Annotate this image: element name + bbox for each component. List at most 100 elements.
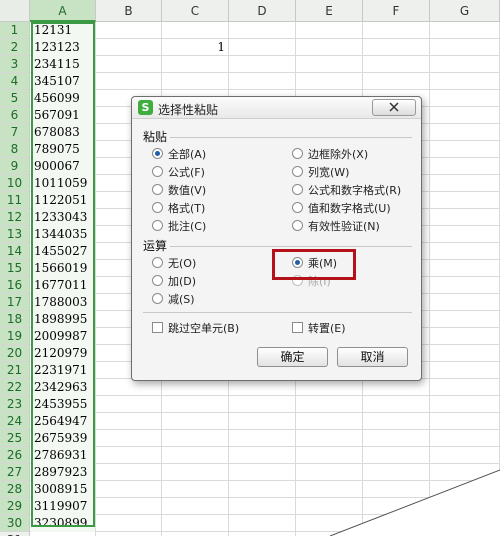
select-all-corner[interactable] [0, 0, 30, 22]
paste-option-column-widths[interactable]: 列宽(W) [292, 165, 349, 181]
row-header[interactable]: 20 [0, 345, 30, 362]
radio-icon[interactable] [152, 257, 163, 268]
row-header[interactable]: 14 [0, 243, 30, 260]
cell-a30[interactable]: 3230899 [31, 515, 95, 532]
paste-option-values-number-formats[interactable]: 值和数字格式(U) [292, 201, 391, 217]
paste-option-except-borders[interactable]: 边框除外(X) [292, 147, 368, 163]
dialog-titlebar[interactable]: S 选择性粘贴 [132, 97, 421, 119]
paste-option-values[interactable]: 数值(V) [152, 183, 206, 199]
operation-option-subtract[interactable]: 减(S) [152, 292, 195, 308]
row-header[interactable]: 27 [0, 464, 30, 481]
row-header[interactable]: 15 [0, 260, 30, 277]
row-header[interactable]: 23 [0, 396, 30, 413]
cell-a5[interactable]: 456099 [31, 90, 95, 107]
cell-a13[interactable]: 1344035 [31, 226, 95, 243]
cell-a4[interactable]: 345107 [31, 73, 95, 90]
checkbox-icon[interactable] [292, 322, 303, 333]
radio-icon[interactable] [292, 148, 303, 159]
row-header[interactable]: 4 [0, 73, 30, 90]
column-header-e[interactable]: E [296, 0, 363, 22]
radio-icon[interactable] [292, 166, 303, 177]
row-header[interactable]: 21 [0, 362, 30, 379]
column-header-f[interactable]: F [363, 0, 430, 22]
row-header[interactable]: 31 [0, 532, 30, 536]
column-header-d[interactable]: D [229, 0, 296, 22]
row-header[interactable]: 11 [0, 192, 30, 209]
row-header[interactable]: 24 [0, 413, 30, 430]
cell-a2[interactable]: 123123 [31, 39, 95, 56]
skip-blanks-checkbox[interactable]: 跳过空单元(B) [152, 321, 239, 337]
cell-a18[interactable]: 1898995 [31, 311, 95, 328]
cell-a23[interactable]: 2453955 [31, 396, 95, 413]
column-header-g[interactable]: G [430, 0, 500, 22]
radio-icon[interactable] [152, 184, 163, 195]
row-header[interactable]: 10 [0, 175, 30, 192]
row-header[interactable]: 30 [0, 515, 30, 532]
row-header[interactable]: 29 [0, 498, 30, 515]
cell-a10[interactable]: 1011059 [31, 175, 95, 192]
cell-a12[interactable]: 1233043 [31, 209, 95, 226]
ok-button[interactable]: 确定 [257, 347, 328, 367]
row-header[interactable]: 2 [0, 39, 30, 56]
operation-option-none[interactable]: 无(O) [152, 256, 196, 272]
row-header[interactable]: 26 [0, 447, 30, 464]
radio-icon[interactable] [152, 275, 163, 286]
column-header-c[interactable]: C [162, 0, 229, 22]
radio-icon[interactable] [292, 220, 303, 231]
row-header[interactable]: 1 [0, 22, 30, 39]
column-header-b[interactable]: B [96, 0, 162, 22]
row-header[interactable]: 28 [0, 481, 30, 498]
radio-icon[interactable] [152, 202, 163, 213]
paste-option-all[interactable]: 全部(A) [152, 147, 206, 163]
paste-option-formulas-number-formats[interactable]: 公式和数字格式(R) [292, 183, 401, 199]
operation-option-add[interactable]: 加(D) [152, 274, 196, 290]
row-header[interactable]: 19 [0, 328, 30, 345]
row-header[interactable]: 9 [0, 158, 30, 175]
checkbox-icon[interactable] [152, 322, 163, 333]
row-header[interactable]: 5 [0, 90, 30, 107]
cell-a8[interactable]: 789075 [31, 141, 95, 158]
radio-icon[interactable] [292, 202, 303, 213]
radio-icon[interactable] [152, 166, 163, 177]
cell-a7[interactable]: 678083 [31, 124, 95, 141]
cell-a9[interactable]: 900067 [31, 158, 95, 175]
paste-option-comments[interactable]: 批注(C) [152, 219, 206, 235]
cell-a11[interactable]: 1122051 [31, 192, 95, 209]
cell-a15[interactable]: 1566019 [31, 260, 95, 277]
row-header[interactable]: 6 [0, 107, 30, 124]
row-header[interactable]: 25 [0, 430, 30, 447]
row-header[interactable]: 8 [0, 141, 30, 158]
cell-a20[interactable]: 2120979 [31, 345, 95, 362]
cancel-button[interactable]: 取消 [337, 347, 408, 367]
row-header[interactable]: 18 [0, 311, 30, 328]
row-header[interactable]: 3 [0, 56, 30, 73]
row-header[interactable]: 16 [0, 277, 30, 294]
cell-a17[interactable]: 1788003 [31, 294, 95, 311]
cell-a29[interactable]: 3119907 [31, 498, 95, 515]
cell-a25[interactable]: 2675939 [31, 430, 95, 447]
cell-a26[interactable]: 2786931 [31, 447, 95, 464]
cell-a28[interactable]: 3008915 [31, 481, 95, 498]
close-button[interactable] [372, 99, 416, 116]
cell-a24[interactable]: 2564947 [31, 413, 95, 430]
cell-a1[interactable]: 12131 [31, 22, 95, 39]
paste-option-validation[interactable]: 有效性验证(N) [292, 219, 380, 235]
cell-a27[interactable]: 2897923 [31, 464, 95, 481]
radio-icon[interactable] [292, 184, 303, 195]
radio-icon[interactable] [152, 293, 163, 304]
cell-a14[interactable]: 1455027 [31, 243, 95, 260]
row-header[interactable]: 22 [0, 379, 30, 396]
row-header[interactable]: 7 [0, 124, 30, 141]
transpose-checkbox[interactable]: 转置(E) [292, 321, 346, 337]
row-header[interactable]: 13 [0, 226, 30, 243]
cell-a3[interactable]: 234115 [31, 56, 95, 73]
paste-option-formulas[interactable]: 公式(F) [152, 165, 205, 181]
row-header[interactable]: 12 [0, 209, 30, 226]
cell-a16[interactable]: 1677011 [31, 277, 95, 294]
radio-icon[interactable] [152, 220, 163, 231]
cell-a19[interactable]: 2009987 [31, 328, 95, 345]
cell-a6[interactable]: 567091 [31, 107, 95, 124]
cell-c2[interactable]: 1 [162, 39, 229, 56]
paste-option-formats[interactable]: 格式(T) [152, 201, 205, 217]
radio-selected-icon[interactable] [152, 148, 163, 159]
